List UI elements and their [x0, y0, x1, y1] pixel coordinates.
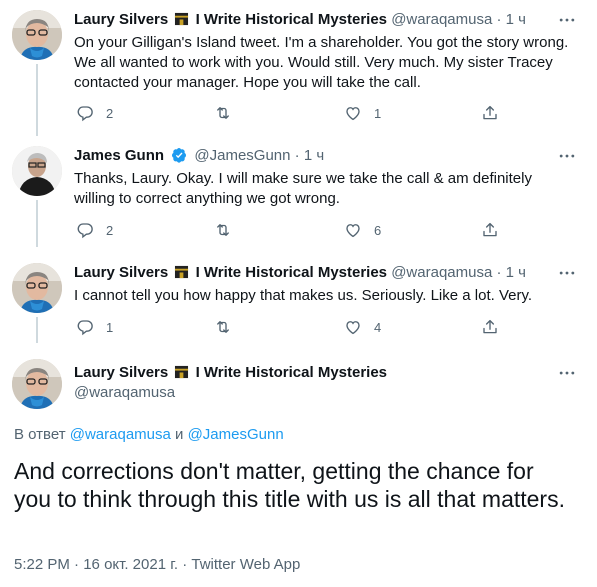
thread-line [36, 317, 38, 343]
tweet-3[interactable]: Laury Silvers I Write Historical Mysteri… [0, 247, 597, 343]
heart-icon [344, 221, 362, 239]
avatar[interactable] [12, 359, 62, 409]
avatar[interactable] [12, 10, 62, 60]
author-handle[interactable]: @JamesGunn [194, 147, 290, 164]
share-icon [481, 221, 499, 239]
reply-icon [76, 221, 94, 239]
like-count: 4 [374, 319, 382, 335]
laury-avatar-image [12, 10, 62, 60]
kaaba-icon [174, 265, 189, 279]
replying-to: В ответ @waraqamusa и @JamesGunn [14, 426, 284, 443]
author-handle[interactable]: @waraqamusa [391, 264, 492, 281]
avatar[interactable] [12, 263, 62, 313]
tweet-2[interactable]: James Gunn @JamesGunn · 1 ч Thanks, Laur… [0, 136, 597, 247]
retweet-button[interactable] [214, 220, 244, 240]
like-button[interactable]: 4 [344, 317, 381, 337]
replying-to-conjunction: и [170, 426, 188, 443]
separator-dot: · [69, 556, 84, 573]
separator-dot: · [178, 556, 192, 573]
retweet-icon [214, 104, 232, 122]
author-title[interactable]: I Write Historical Mysteries [196, 11, 387, 28]
tweet-time[interactable]: 1 ч [506, 11, 526, 28]
author-name[interactable]: Laury Silvers [74, 264, 168, 281]
tweet-header: Laury Silvers I Write Historical Mysteri… [74, 263, 557, 283]
reply-user-link[interactable]: @waraqamusa [70, 426, 171, 443]
author-name[interactable]: Laury Silvers [74, 11, 168, 28]
kaaba-icon [174, 12, 189, 26]
tweet-time[interactable]: 1 ч [506, 264, 526, 281]
retweet-icon [214, 221, 232, 239]
reply-count: 2 [106, 105, 114, 121]
reply-icon [76, 104, 94, 122]
tweet-actions: 2 6 [74, 220, 514, 240]
share-button[interactable] [481, 317, 499, 337]
laury-avatar-image [12, 359, 62, 409]
reply-user-link[interactable]: @JamesGunn [188, 426, 284, 443]
retweet-button[interactable] [214, 103, 244, 123]
tweet-actions: 2 1 [74, 103, 514, 123]
author-handle[interactable]: @waraqamusa [74, 384, 175, 401]
tweet-text: I cannot tell you how happy that makes u… [74, 287, 533, 304]
verified-badge-icon [171, 147, 187, 163]
share-icon [481, 104, 499, 122]
reply-button[interactable]: 1 [76, 317, 113, 337]
tweet-text: On your Gilligan's Island tweet. I'm a s… [74, 34, 569, 91]
focused-tweet-text: And corrections don't matter, getting th… [14, 458, 565, 512]
tweet-date[interactable]: 16 окт. 2021 г. [83, 556, 178, 573]
more-icon[interactable] [557, 10, 577, 30]
author-name[interactable]: Laury Silvers [74, 364, 168, 381]
reply-button[interactable]: 2 [76, 103, 113, 123]
replying-to-label: В ответ [14, 426, 70, 443]
tweet-header: Laury Silvers I Write Historical Mysteri… [74, 363, 557, 383]
author-name[interactable]: James Gunn [74, 147, 164, 164]
share-button[interactable] [481, 103, 499, 123]
like-button[interactable]: 1 [344, 103, 381, 123]
author-title[interactable]: I Write Historical Mysteries [196, 264, 387, 281]
separator-dot: · [496, 11, 502, 28]
reply-button[interactable]: 2 [76, 220, 113, 240]
tweet-header: Laury Silvers I Write Historical Mysteri… [74, 10, 557, 30]
more-icon[interactable] [557, 363, 577, 383]
thread-line [36, 64, 38, 136]
reply-count: 1 [106, 319, 114, 335]
author-handle[interactable]: @waraqamusa [391, 11, 492, 28]
avatar[interactable] [12, 146, 62, 196]
retweet-icon [214, 318, 232, 336]
like-count: 6 [374, 222, 382, 238]
thread-line [36, 200, 38, 247]
separator-dot: · [496, 264, 502, 281]
reply-icon [76, 318, 94, 336]
heart-icon [344, 104, 362, 122]
reply-count: 2 [106, 222, 114, 238]
tweet-text: Thanks, Laury. Okay. I will make sure we… [74, 170, 532, 207]
laury-avatar-image [12, 263, 62, 313]
like-button[interactable]: 6 [344, 220, 381, 240]
more-icon[interactable] [557, 263, 577, 283]
share-icon [481, 318, 499, 336]
tweet-1[interactable]: Laury Silvers I Write Historical Mysteri… [0, 0, 597, 136]
kaaba-icon [174, 365, 189, 379]
separator-dot: · [294, 147, 300, 164]
tweet-time[interactable]: 1 ч [304, 147, 324, 164]
retweet-button[interactable] [214, 317, 244, 337]
james-avatar-image [12, 146, 62, 196]
more-icon[interactable] [557, 146, 577, 166]
share-button[interactable] [481, 220, 499, 240]
tweet-metadata: 5:22 PM · 16 окт. 2021 г. · Twitter Web … [14, 556, 300, 573]
tweet-actions: 1 4 [74, 317, 514, 337]
tweet-timestamp[interactable]: 5:22 PM [14, 556, 70, 573]
heart-icon [344, 318, 362, 336]
like-count: 1 [374, 105, 382, 121]
tweet-header: James Gunn @JamesGunn · 1 ч [74, 146, 557, 166]
tweet-source[interactable]: Twitter Web App [191, 556, 300, 573]
author-title[interactable]: I Write Historical Mysteries [196, 364, 387, 381]
